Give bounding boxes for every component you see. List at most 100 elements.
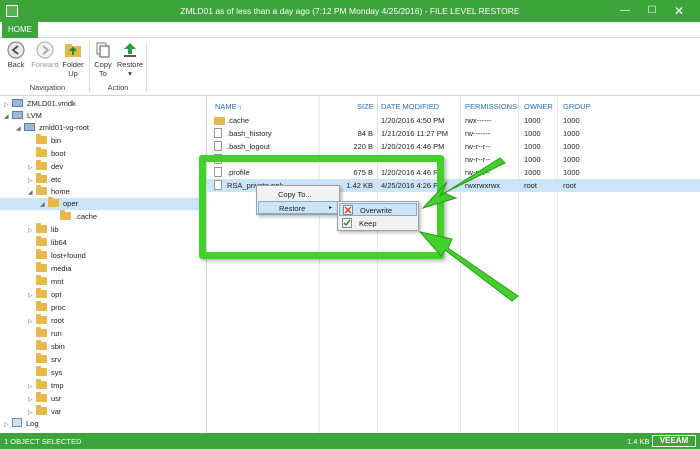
tree-item-folder-selected[interactable]: ◢ oper: [0, 197, 206, 211]
tree-item-folder[interactable]: .cache: [52, 210, 97, 223]
file-list[interactable]: NAME ↓ SIZE DATE MODIFIED PERMISSIONS OW…: [207, 96, 700, 433]
menu-item-restore[interactable]: Restore ▸: [258, 201, 338, 214]
cell-group: 1000: [563, 168, 580, 177]
context-menu: Copy To... Restore ▸: [256, 185, 340, 215]
tree-item-folder[interactable]: boot: [28, 147, 66, 160]
tree-item-folder[interactable]: srv: [28, 353, 61, 366]
cell-owner: 1000: [524, 168, 541, 177]
collapse-icon[interactable]: ◢: [40, 199, 48, 211]
copy-icon: [96, 42, 110, 58]
folder-icon: [36, 236, 47, 246]
column-header-permissions[interactable]: PERMISSIONS: [465, 102, 517, 111]
tree-item-folder[interactable]: ▷ opt: [28, 288, 62, 302]
cell-permissions: rwxrwxrwx: [465, 181, 500, 190]
tree-item-folder[interactable]: ▷ etc: [28, 173, 62, 186]
folder-up-button[interactable]: Folder Up: [61, 41, 85, 78]
folder-icon: [36, 223, 47, 233]
cell-name: .cache: [227, 116, 250, 125]
expand-icon[interactable]: ▷: [4, 419, 12, 431]
tree-item-label: home: [51, 187, 70, 196]
cell-date: 1/20/2016 4:50 PM: [381, 116, 445, 125]
column-header-owner[interactable]: OWNER: [524, 102, 553, 111]
column-header-group[interactable]: GROUP: [563, 102, 591, 111]
expand-icon[interactable]: ▷: [28, 316, 36, 328]
expand-icon[interactable]: ▷: [28, 162, 36, 174]
tree-item-folder[interactable]: run: [28, 327, 62, 340]
tree-item-label: opt: [51, 290, 62, 299]
column-header-size[interactable]: SIZE: [357, 102, 374, 111]
tree-item-folder[interactable]: ▷ dev: [28, 160, 63, 174]
selection-status: 1 OBJECT SELECTED: [4, 437, 82, 446]
cell-size: 220 B: [353, 142, 373, 151]
minimize-button[interactable]: —: [612, 2, 638, 20]
tree-item-lvm[interactable]: ◢ LVM: [4, 110, 42, 122]
restore-dropdown-icon: ▾: [128, 69, 132, 78]
folder-icon: [36, 392, 47, 402]
tree-item-label: root: [51, 316, 64, 325]
tree-item-label: media: [51, 264, 72, 273]
tree-item-folder[interactable]: media: [28, 262, 72, 275]
menu-item-overwrite[interactable]: Overwrite: [339, 203, 417, 216]
column-header-name[interactable]: NAME ↓: [215, 102, 243, 111]
tree-item-folder[interactable]: proc: [28, 301, 66, 314]
tree-item-folder[interactable]: ▷ tmp: [28, 379, 64, 393]
window-title: ZMLD01 as of less than a day ago (7:12 P…: [180, 6, 520, 16]
tree-item-label: run: [51, 329, 62, 338]
tree-item-folder[interactable]: sbin: [28, 340, 65, 353]
tree-item-folder[interactable]: ▷ usr: [28, 392, 61, 406]
close-button[interactable]: ✕: [666, 2, 692, 20]
tree-item-label: Log: [26, 419, 39, 428]
tree-item-folder[interactable]: mnt: [28, 275, 64, 288]
menu-item-keep[interactable]: Keep: [339, 217, 417, 230]
file-icon: [214, 128, 222, 138]
collapse-icon[interactable]: ◢: [16, 123, 24, 135]
tree-item-log[interactable]: ▷ Log: [4, 418, 39, 430]
tree-item-folder[interactable]: lost+found: [28, 249, 86, 262]
folder-icon: [36, 327, 47, 337]
maximize-button[interactable]: ☐: [639, 2, 665, 20]
restore-button[interactable]: Restore ▾: [116, 41, 144, 78]
table-row[interactable]: .bash_history 84 B 1/21/2016 11:27 PM rw…: [207, 127, 700, 140]
tree-item-folder[interactable]: sys: [28, 366, 62, 379]
title-bar: ZMLD01 as of less than a day ago (7:12 P…: [0, 0, 700, 22]
sort-down-icon: ↓: [238, 102, 243, 111]
tree-item-folder[interactable]: lib64: [28, 236, 67, 249]
column-header-name-label: NAME: [215, 102, 237, 111]
forward-button[interactable]: Forward: [30, 41, 60, 69]
cell-date: 1/21/2016 11:27 PM: [381, 129, 448, 138]
tree-item-folder[interactable]: ▷ root: [28, 314, 64, 328]
tree-item-label: lib: [51, 225, 59, 234]
folder-icon: [36, 262, 47, 272]
menu-item-copy-to[interactable]: Copy To...: [258, 188, 338, 201]
table-row[interactable]: .bash_logout 220 B 1/20/2016 4:46 PM rw-…: [207, 140, 700, 153]
table-row[interactable]: .cache 1/20/2016 4:50 PM rwx------ 1000 …: [207, 114, 700, 127]
disk-icon: [12, 99, 23, 107]
column-header-date[interactable]: DATE MODIFIED: [381, 102, 439, 111]
copy-to-button[interactable]: Copy To: [92, 41, 114, 78]
tab-home[interactable]: HOME: [2, 22, 38, 38]
folder-tree[interactable]: ▷ ZMLD01.vmdk ◢ LVM ◢ zmld01-vg-root bin bo…: [0, 96, 207, 433]
folder-icon: [36, 185, 47, 195]
cell-permissions: rw-r--r--: [465, 155, 491, 164]
tree-item-vmdk[interactable]: ▷ ZMLD01.vmdk: [4, 98, 76, 110]
tree-item-folder[interactable]: ▷ var: [28, 405, 62, 418]
back-button[interactable]: Back: [6, 41, 26, 69]
tree-item-label: lib64: [51, 238, 67, 247]
tree-item-label: etc: [51, 175, 62, 184]
tree-item-volume[interactable]: ◢ zmld01-vg-root: [16, 122, 89, 134]
veeam-logo: VEEAM: [652, 435, 696, 447]
tree-item-label: var: [51, 407, 62, 416]
ribbon-tab-bar: HOME: [0, 22, 700, 38]
collapse-icon[interactable]: ◢: [4, 111, 12, 123]
tree-item-label: mnt: [51, 277, 64, 286]
expand-icon[interactable]: ▷: [28, 394, 36, 406]
tree-item-folder[interactable]: bin: [28, 134, 61, 147]
cell-owner: 1000: [524, 142, 541, 151]
tree-item-folder[interactable]: ▷ lib: [28, 223, 59, 237]
expand-icon[interactable]: ▷: [28, 225, 36, 237]
expand-icon[interactable]: ▷: [28, 290, 36, 302]
tree-item-label: tmp: [51, 381, 64, 390]
back-arrow-icon: [7, 41, 25, 59]
tree-item-label: oper: [63, 199, 79, 208]
expand-icon[interactable]: ▷: [28, 381, 36, 393]
